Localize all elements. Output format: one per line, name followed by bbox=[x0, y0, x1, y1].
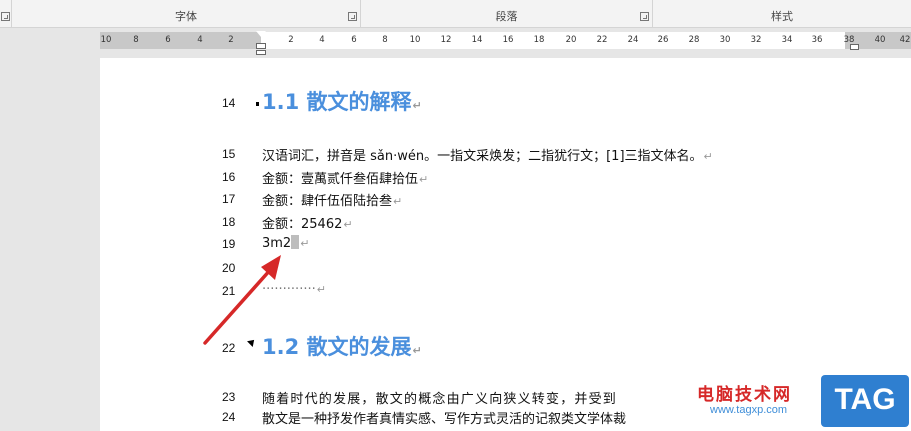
ruler-tick: 14 bbox=[471, 35, 483, 45]
ribbon-edge bbox=[0, 0, 12, 28]
line-number: 15 bbox=[222, 147, 236, 161]
ruler-tick: 2 bbox=[288, 35, 294, 45]
ruler-tick: 6 bbox=[165, 35, 171, 45]
ribbon-group-bar: 字体 段落 样式 bbox=[0, 0, 911, 28]
line-text: 随着时代的发展，散文的概念由广义向狭义转变，并受到 bbox=[262, 392, 618, 407]
ruler-tick: 40 bbox=[874, 35, 886, 45]
left-indent-marker[interactable] bbox=[256, 50, 266, 55]
line-text: 散文是一种抒发作者真情实感、写作方式灵活的记叙类文学体裁 bbox=[262, 412, 627, 427]
ruler-tick: 4 bbox=[319, 35, 325, 45]
line-number: 24 bbox=[222, 410, 236, 424]
ruler-tick: 8 bbox=[133, 35, 139, 45]
text-line-17[interactable]: 金额：肆仟伍佰陆拾叁↵ bbox=[262, 190, 402, 209]
ruler-tick: 20 bbox=[565, 35, 577, 45]
clipboard-dialog-launcher-icon[interactable] bbox=[1, 12, 10, 21]
line-number: 17 bbox=[222, 192, 236, 206]
text-line-15[interactable]: 汉语词汇，拼音是 sǎn·wén。一指文采焕发；二指犹行文；[1]三指文体名。↵ bbox=[262, 145, 713, 164]
watermark-url: www.tagxp.com bbox=[710, 404, 788, 416]
styles-group-label: 样式 bbox=[771, 10, 793, 23]
ruler-tick: 34 bbox=[781, 35, 793, 45]
heading-bullet-icon bbox=[256, 102, 259, 106]
ruler-tick: 10 bbox=[409, 35, 421, 45]
annotation-arrow-icon bbox=[203, 255, 281, 345]
ruler-tick: 4 bbox=[197, 35, 203, 45]
ruler-tick: 10 bbox=[100, 35, 112, 45]
paragraph-mark: ↵ bbox=[300, 237, 310, 250]
heading-text: 1.1 散文的解释 bbox=[262, 90, 412, 114]
line-text: 金额：25462 bbox=[262, 217, 343, 232]
watermark-tag-logo: TAG bbox=[821, 375, 909, 427]
line-text: 金额：壹萬贰仟叁佰肆拾伍 bbox=[262, 172, 419, 187]
ruler-tick: 36 bbox=[811, 35, 823, 45]
font-group-label: 字体 bbox=[175, 10, 197, 23]
paragraph-dialog-launcher-icon[interactable] bbox=[640, 12, 649, 21]
ribbon-group-styles: 样式 bbox=[653, 0, 911, 28]
ruler-tick: 26 bbox=[657, 35, 669, 45]
paragraph-mark: ↵ bbox=[343, 218, 353, 231]
ruler-tick: 30 bbox=[719, 35, 731, 45]
ruler-tick: 28 bbox=[688, 35, 700, 45]
horizontal-ruler[interactable]: 10 8 6 4 2 2 4 6 8 10 12 14 16 18 20 22 … bbox=[100, 32, 911, 49]
paragraph-group-label: 段落 bbox=[495, 10, 518, 23]
watermark-brand: 电脑技术网 bbox=[697, 385, 792, 405]
text-line-23[interactable]: 随着时代的发展，散文的概念由广义向狭义转变，并受到 bbox=[262, 388, 617, 407]
ruler-tick: 22 bbox=[596, 35, 608, 45]
line-number: 14 bbox=[222, 96, 236, 110]
ruler-tick: 16 bbox=[502, 35, 514, 45]
line-number: 23 bbox=[222, 390, 236, 404]
paragraph-mark: ↵ bbox=[316, 283, 326, 296]
ruler-tick: 42 bbox=[899, 35, 911, 45]
ruler-tick: 32 bbox=[750, 35, 762, 45]
paragraph-mark: ↵ bbox=[703, 150, 713, 163]
paragraph-mark: ↵ bbox=[393, 195, 403, 208]
text-line-24[interactable]: 散文是一种抒发作者真情实感、写作方式灵活的记叙类文学体裁 bbox=[262, 408, 626, 427]
line-number: 16 bbox=[222, 170, 236, 184]
right-indent-marker[interactable] bbox=[850, 44, 859, 50]
hanging-indent-marker[interactable] bbox=[256, 43, 266, 49]
line-text: 汉语词汇，拼音是 sǎn·wén。一指文采焕发；二指犹行文；[1]三指文体名。 bbox=[262, 149, 703, 164]
ruler-tick: 24 bbox=[627, 35, 639, 45]
text-line-16[interactable]: 金额：壹萬贰仟叁佰肆拾伍↵ bbox=[262, 168, 428, 187]
line-number: 18 bbox=[222, 215, 236, 229]
ruler-tick: 12 bbox=[440, 35, 452, 45]
font-dialog-launcher-icon[interactable] bbox=[348, 12, 357, 21]
line-text: 金额：肆仟伍佰陆拾叁 bbox=[262, 194, 393, 209]
first-line-indent-marker[interactable] bbox=[256, 31, 266, 37]
ruler-tick: 2 bbox=[228, 35, 234, 45]
ruler-tick: 8 bbox=[382, 35, 388, 45]
ribbon-group-paragraph: 段落 bbox=[361, 0, 653, 28]
paragraph-mark: ↵ bbox=[412, 344, 422, 357]
watermark-tag-label: TAG bbox=[834, 383, 896, 416]
ruler-tick: 18 bbox=[533, 35, 545, 45]
paragraph-mark: ↵ bbox=[419, 173, 429, 186]
ruler-tick: 6 bbox=[351, 35, 357, 45]
ribbon-group-font: 字体 bbox=[12, 0, 361, 28]
paragraph-mark: ↵ bbox=[412, 99, 422, 112]
text-line-18[interactable]: 金额：25462↵ bbox=[262, 213, 353, 232]
heading-1-1[interactable]: 1.1 散文的解释↵ bbox=[262, 86, 422, 116]
